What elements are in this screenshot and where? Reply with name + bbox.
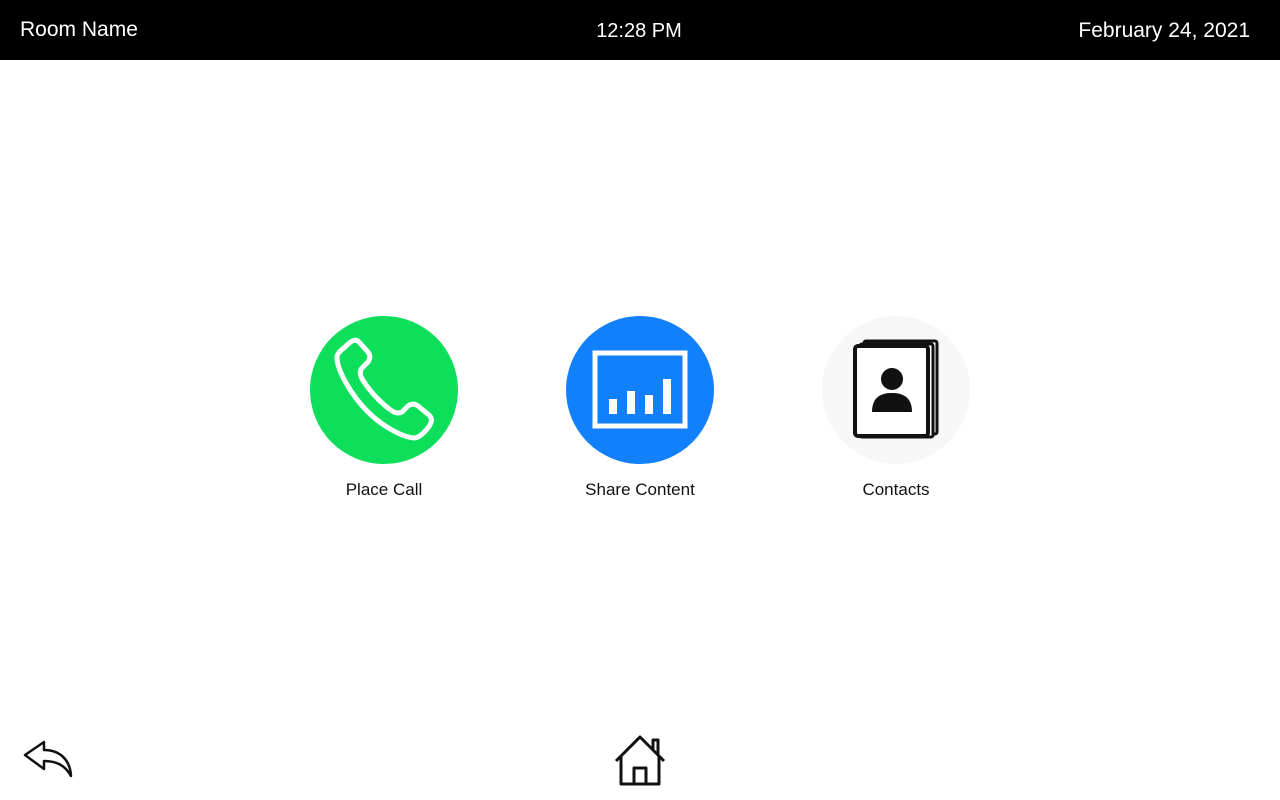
back-button[interactable] bbox=[22, 738, 74, 780]
contact-book-icon bbox=[853, 339, 939, 439]
place-call-button[interactable]: Place Call bbox=[310, 316, 458, 516]
share-content-circle[interactable] bbox=[566, 316, 714, 464]
share-content-label: Share Content bbox=[585, 480, 695, 499]
home-icon bbox=[614, 735, 666, 786]
home-button[interactable] bbox=[612, 734, 668, 788]
contacts-circle[interactable] bbox=[822, 316, 970, 464]
back-arrow-icon bbox=[23, 740, 73, 778]
top-status-bar: Room Name 12:28 PM February 24, 2021 bbox=[0, 0, 1280, 60]
contacts-label: Contacts bbox=[862, 480, 930, 499]
place-call-circle[interactable] bbox=[310, 316, 458, 464]
phone-icon bbox=[334, 337, 434, 441]
share-content-button[interactable]: Share Content bbox=[566, 316, 714, 516]
current-date: February 24, 2021 bbox=[1078, 19, 1250, 42]
contacts-button[interactable]: Contacts bbox=[822, 316, 970, 516]
place-call-label: Place Call bbox=[345, 480, 423, 499]
presentation-chart-icon bbox=[592, 350, 688, 429]
